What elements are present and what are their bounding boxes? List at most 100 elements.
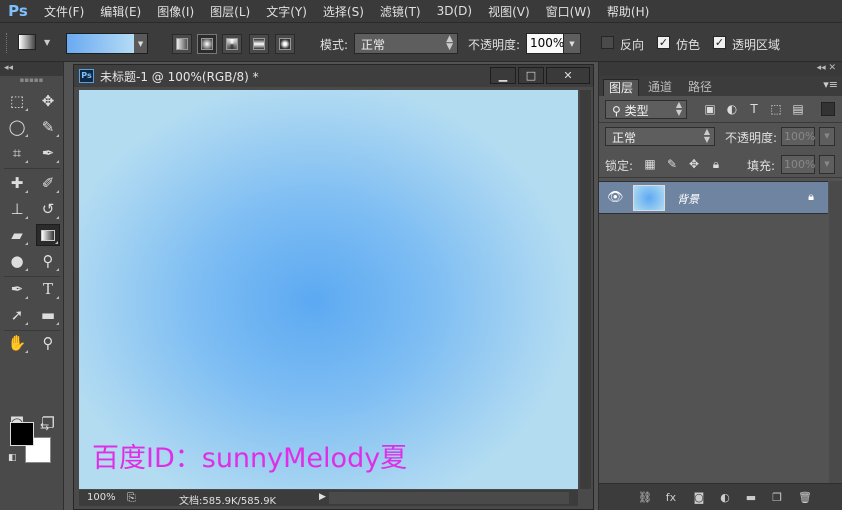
adjustment-layer-icon[interactable]: ◐ [717,490,733,506]
adjustment-filter-icon[interactable]: ◐ [725,102,739,116]
radial-gradient-button[interactable] [197,34,217,54]
eye-icon[interactable]: 👁︎ [607,190,624,205]
collapse-icon[interactable]: ◂◂ [0,62,63,76]
layer-row[interactable]: 👁︎ 背景 🔒︎ [599,181,828,214]
layer-opacity-input[interactable]: 100% [781,127,815,146]
close-button[interactable]: ✕ [546,67,590,84]
link-layers-icon[interactable]: ⛓ [637,490,653,506]
eyedropper-tool[interactable]: ✒ [36,142,60,164]
opacity-dropdown[interactable]: ▼ [563,33,581,54]
menu-file[interactable]: 文件(F) [36,3,92,20]
rectangle-tool[interactable]: ▬ [36,304,60,326]
menu-filter[interactable]: 滤镜(T) [372,3,429,20]
dodge-tool[interactable]: ⚲ [36,250,60,272]
fill-dropdown[interactable]: ▼ [819,155,835,174]
filter-toggle[interactable] [821,102,835,116]
dither-checkbox[interactable]: ✓ [657,36,670,49]
fill-input[interactable]: 100% [781,155,815,174]
lock-all-icon[interactable]: 🔒︎ [709,157,723,171]
filter-type-select[interactable]: ⚲ 类型 ▲ ▼ [605,100,687,119]
share-icon[interactable]: ⎘ [127,491,136,505]
lock-position-icon[interactable]: ✥ [687,157,701,171]
path-selection-tool[interactable]: ➚ [5,304,29,326]
toolbox: ◂◂ ▪▪▪▪▪ ⬚ ✥ ◯ ✎ ⌗ ✒ ✚ ✐ ⊥ ↺ ▰ ● ⚲ ✒ T ➚… [0,62,64,510]
lasso-tool[interactable]: ◯ [5,116,29,138]
gradient-preview[interactable] [67,34,135,53]
layers-scrollbar[interactable] [829,181,842,483]
lock-pixels-icon[interactable]: ✎ [665,157,679,171]
smart-object-filter-icon[interactable]: ▤ [791,102,805,116]
pixel-filter-icon[interactable]: ▣ [703,102,717,116]
menu-3d[interactable]: 3D(D) [429,4,480,18]
reverse-label: 反向 [620,38,645,52]
type-filter-icon[interactable]: T [747,102,761,116]
horizontal-scrollbar[interactable] [329,492,569,504]
hand-tool[interactable]: ✋ [5,332,29,354]
mode-select[interactable]: 正常 ▲ ▼ [354,33,458,54]
type-tool[interactable]: T [36,278,60,300]
transparency-label: 透明区域 [732,38,781,52]
foreground-color[interactable] [10,422,34,446]
angle-gradient-button[interactable] [222,34,242,54]
eraser-icon: ▰ [11,226,23,244]
brush-icon: ✐ [41,174,55,192]
transparency-checkbox[interactable]: ✓ [713,36,726,49]
lock-transparent-icon[interactable]: ▦ [643,157,657,171]
tool-preset-picker[interactable]: ▼ [18,32,58,52]
zoom-tool[interactable]: ⚲ [36,332,60,354]
add-mask-icon[interactable]: ◙ [691,490,707,506]
linear-gradient-button[interactable] [172,34,192,54]
healing-brush-tool[interactable]: ✚ [5,172,29,194]
menu-layer[interactable]: 图层(L) [202,3,258,20]
menu-window[interactable]: 窗口(W) [538,3,599,20]
quick-selection-tool[interactable]: ✎ [36,116,60,138]
new-layer-icon[interactable]: ❐ [769,490,785,506]
diamond-gradient-button[interactable] [275,34,295,54]
fx-icon[interactable]: fx [663,490,679,506]
history-brush-tool[interactable]: ↺ [36,198,60,220]
chevron-down-icon[interactable]: ▼ [134,34,147,53]
shape-filter-icon[interactable]: ⬚ [769,102,783,116]
tab-layers[interactable]: 图层 [603,79,640,96]
maximize-button[interactable]: □ [518,67,544,84]
marquee-tool[interactable]: ⬚ [5,90,29,112]
menu-type[interactable]: 文字(Y) [258,3,315,20]
trash-icon[interactable]: 🗑︎ [797,490,813,506]
play-arrow-icon[interactable]: ▶ [319,492,326,502]
blend-mode-select[interactable]: 正常 ▲ ▼ [605,127,715,146]
panel-collapse-icon[interactable]: ◂◂ ✕ [599,62,842,76]
document-title-bar[interactable]: Ps 未标题-1 @ 100%(RGB/8) * ▁ □ ✕ [74,65,593,87]
menu-view[interactable]: 视图(V) [480,3,538,20]
menu-help[interactable]: 帮助(H) [599,3,657,20]
gradient-picker[interactable]: ▼ [66,33,148,54]
opacity-input[interactable]: 100% [526,33,564,54]
default-colors-icon[interactable]: ◧ [8,453,17,463]
minimize-button[interactable]: ▁ [490,67,516,84]
zoom-level[interactable]: 100% [87,492,116,503]
menu-select[interactable]: 选择(S) [315,3,372,20]
brush-tool[interactable]: ✐ [36,172,60,194]
panel-menu-icon[interactable]: ▾≡ [823,78,838,91]
reflected-gradient-button[interactable] [249,34,269,54]
reverse-checkbox[interactable] [601,36,614,49]
crop-tool[interactable]: ⌗ [5,142,29,164]
toolbox-grip[interactable]: ▪▪▪▪▪ [0,76,63,86]
layer-name[interactable]: 背景 [677,191,699,207]
move-icon: ✥ [41,92,55,110]
menu-edit[interactable]: 编辑(E) [92,3,149,20]
screen-mode-button[interactable]: ❐ [36,412,60,434]
tab-paths[interactable]: 路径 [683,79,717,96]
move-tool[interactable]: ✥ [36,90,60,112]
canvas[interactable]: 百度ID：sunnyMelody夏 [79,90,578,489]
layer-opacity-dropdown[interactable]: ▼ [819,127,835,146]
menu-image[interactable]: 图像(I) [149,3,202,20]
clone-stamp-tool[interactable]: ⊥ [5,198,29,220]
pen-tool[interactable]: ✒ [5,278,29,300]
gradient-tool[interactable] [36,224,60,246]
vertical-scrollbar[interactable] [580,90,591,489]
blur-tool[interactable]: ● [5,250,29,272]
tab-channels[interactable]: 通道 [643,79,677,96]
options-grip[interactable] [6,33,9,53]
eraser-tool[interactable]: ▰ [5,224,29,246]
new-group-icon[interactable]: ▬ [743,490,759,506]
